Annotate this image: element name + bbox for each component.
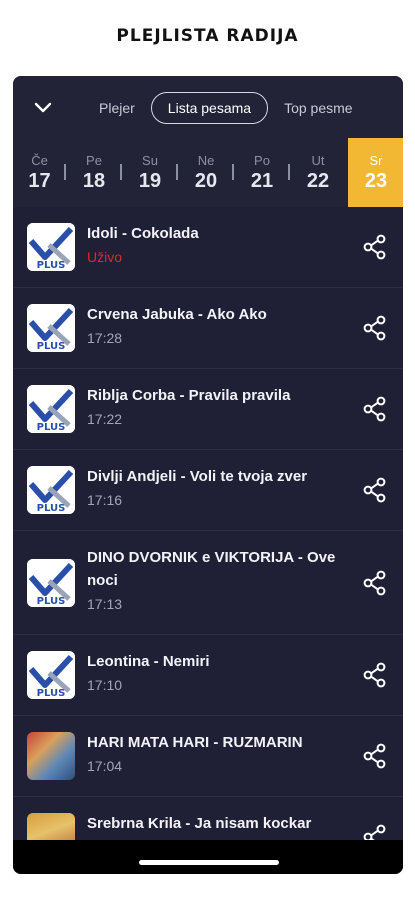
share-icon[interactable] bbox=[361, 395, 389, 423]
list-item[interactable]: PLUS Idoli - Cokolada Uživo bbox=[13, 207, 403, 288]
list-item[interactable]: PLUS DINO DVORNIK e VIKTORIJA - Ove noci… bbox=[13, 531, 403, 635]
song-info: DINO DVORNIK e VIKTORIJA - Ove noci 17:1… bbox=[87, 546, 347, 616]
day-item[interactable]: Su 19 bbox=[122, 138, 178, 207]
station-logo-text: PLUS bbox=[37, 341, 66, 352]
song-time: 17:16 bbox=[87, 492, 123, 508]
page-title: PLEJLISTA RADIJA bbox=[116, 26, 299, 46]
day-number: 18 bbox=[82, 169, 106, 192]
song-title: Riblja Corba - Pravila pravila bbox=[87, 387, 291, 404]
tab-bar: Plejer Lista pesama Top pesme bbox=[89, 92, 363, 124]
day-number: 20 bbox=[194, 169, 218, 192]
station-logo-text: PLUS bbox=[37, 503, 66, 514]
day-number: 23 bbox=[364, 169, 388, 192]
day-item[interactable]: Ut 22 bbox=[290, 138, 346, 207]
share-icon[interactable] bbox=[361, 742, 389, 770]
song-info: Crvena Jabuka - Ako Ako 17:28 bbox=[87, 303, 347, 350]
song-title: HARI MATA HARI - RUZMARIN bbox=[87, 734, 303, 751]
station-logo: PLUS bbox=[27, 559, 75, 607]
song-info: Divlji Andjeli - Voli te tvoja zver 17:1… bbox=[87, 465, 347, 512]
day-name: Če bbox=[31, 152, 48, 168]
day-item[interactable]: Ne 20 bbox=[178, 138, 234, 207]
day-name: Po bbox=[254, 152, 270, 168]
station-logo: PLUS bbox=[27, 304, 75, 352]
song-time: 17:10 bbox=[87, 677, 123, 693]
song-title: Idoli - Cokolada bbox=[87, 225, 199, 242]
station-logo-text: PLUS bbox=[37, 596, 66, 607]
song-title: DINO DVORNIK e VIKTORIJA - Ove noci bbox=[87, 549, 336, 589]
song-title: Leontina - Nemiri bbox=[87, 653, 210, 670]
tab-plejer[interactable]: Plejer bbox=[89, 92, 145, 124]
share-icon[interactable] bbox=[361, 476, 389, 504]
share-icon[interactable] bbox=[361, 569, 389, 597]
song-title: Crvena Jabuka - Ako Ako bbox=[87, 306, 267, 323]
tab-lista-pesama[interactable]: Lista pesama bbox=[150, 92, 269, 124]
song-info: Srebrna Krila - Ja nisam kockar bbox=[87, 812, 347, 835]
station-logo-text: PLUS bbox=[37, 422, 66, 433]
station-logo: PLUS bbox=[27, 223, 75, 271]
song-info: Leontina - Nemiri 17:10 bbox=[87, 650, 347, 697]
day-item[interactable]: Po 21 bbox=[234, 138, 290, 207]
tab-top-pesme[interactable]: Top pesme bbox=[274, 92, 362, 124]
day-name: Pe bbox=[86, 152, 102, 168]
list-item[interactable]: PLUS Crvena Jabuka - Ako Ako 17:28 bbox=[13, 288, 403, 369]
day-name: Sr bbox=[369, 152, 383, 168]
bottom-bar bbox=[13, 840, 403, 874]
share-icon[interactable] bbox=[361, 233, 389, 261]
day-name: Ut bbox=[311, 152, 325, 168]
list-item[interactable]: PLUS Leontina - Nemiri 17:10 bbox=[13, 635, 403, 716]
station-logo: PLUS bbox=[27, 466, 75, 514]
album-art bbox=[27, 732, 75, 780]
top-bar: Plejer Lista pesama Top pesme bbox=[13, 76, 403, 138]
song-time: 17:28 bbox=[87, 330, 123, 346]
live-label: Uživo bbox=[87, 249, 123, 265]
home-indicator[interactable] bbox=[139, 860, 279, 865]
song-info: Idoli - Cokolada Uživo bbox=[87, 222, 347, 269]
day-number: 17 bbox=[28, 169, 51, 192]
song-time: 17:22 bbox=[87, 411, 123, 427]
station-logo-text: PLUS bbox=[37, 688, 66, 699]
date-strip: Če 17 Pe 18 Su 19 Ne 20 Po 21 Ut 22 Sr 2… bbox=[13, 138, 403, 207]
list-item[interactable]: PLUS Divlji Andjeli - Voli te tvoja zver… bbox=[13, 450, 403, 531]
song-list: PLUS Idoli - Cokolada Uživo PLUS Crvena … bbox=[13, 207, 403, 874]
list-item[interactable]: HARI MATA HARI - RUZMARIN 17:04 bbox=[13, 716, 403, 797]
station-logo: PLUS bbox=[27, 385, 75, 433]
day-name: Su bbox=[142, 152, 158, 168]
share-icon[interactable] bbox=[361, 314, 389, 342]
song-time: 17:13 bbox=[87, 596, 123, 612]
app-screen: Plejer Lista pesama Top pesme Če 17 Pe 1… bbox=[13, 76, 403, 874]
day-item[interactable]: Pe 18 bbox=[66, 138, 122, 207]
day-number: 22 bbox=[306, 169, 330, 192]
song-time: 17:04 bbox=[87, 758, 123, 774]
song-info: Riblja Corba - Pravila pravila 17:22 bbox=[87, 384, 347, 431]
list-item[interactable]: PLUS Riblja Corba - Pravila pravila 17:2… bbox=[13, 369, 403, 450]
song-title: Srebrna Krila - Ja nisam kockar bbox=[87, 815, 312, 832]
song-info: HARI MATA HARI - RUZMARIN 17:04 bbox=[87, 731, 347, 778]
share-icon[interactable] bbox=[361, 661, 389, 689]
day-number: 19 bbox=[138, 169, 162, 192]
chevron-down-icon[interactable] bbox=[29, 94, 57, 122]
day-number: 21 bbox=[250, 169, 274, 192]
day-item-selected[interactable]: Sr 23 bbox=[348, 138, 403, 207]
day-item[interactable]: Če 17 bbox=[13, 138, 66, 207]
day-name: Ne bbox=[197, 152, 215, 168]
station-logo-text: PLUS bbox=[37, 260, 66, 271]
song-title: Divlji Andjeli - Voli te tvoja zver bbox=[87, 468, 308, 485]
station-logo: PLUS bbox=[27, 651, 75, 699]
